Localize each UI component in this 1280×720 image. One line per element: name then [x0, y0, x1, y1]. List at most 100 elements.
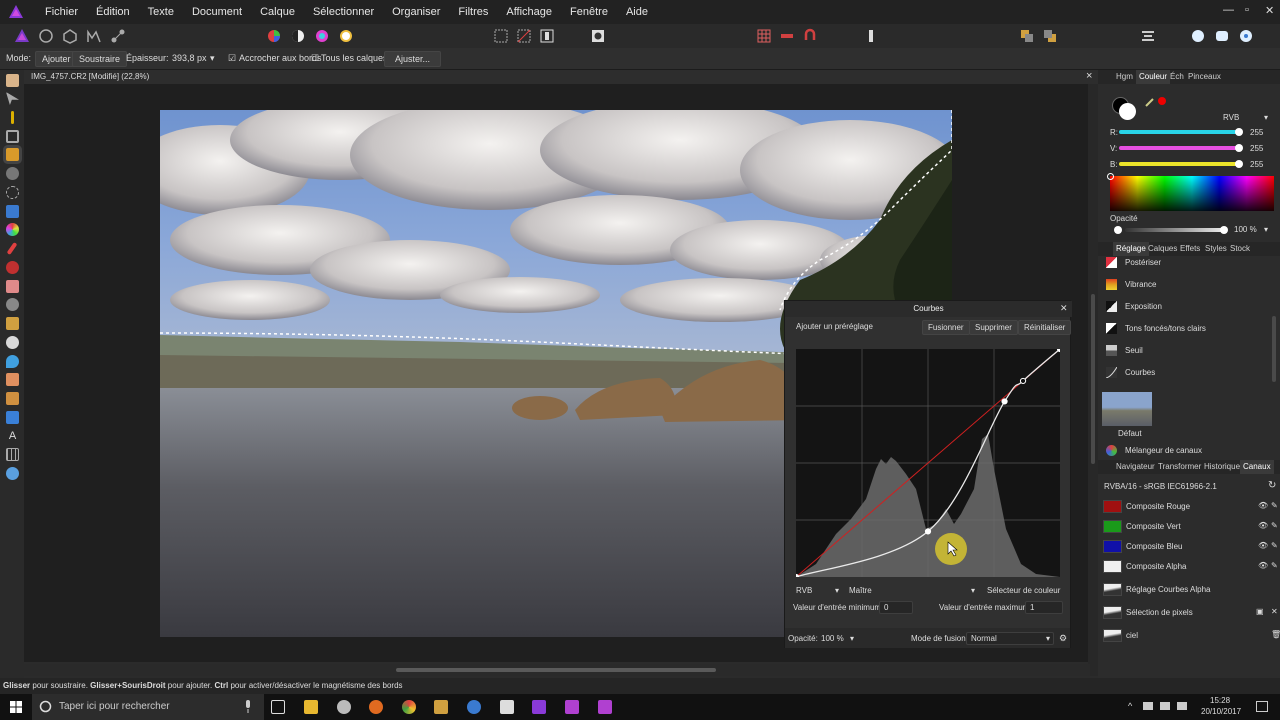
color-spectrum[interactable] — [1110, 176, 1274, 211]
clone-tool-icon[interactable] — [6, 317, 19, 330]
chevron-down-icon[interactable]: ▾ — [1046, 634, 1050, 643]
merge-button[interactable]: Fusionner — [922, 320, 970, 335]
menu-edit[interactable]: Édition — [87, 6, 139, 18]
chevron-down-icon[interactable]: ▾ — [835, 586, 839, 595]
app-icon[interactable] — [565, 700, 579, 714]
magnet-snapping-icon[interactable] — [802, 28, 818, 44]
erase-brush-tool-icon[interactable] — [6, 280, 19, 293]
close-curves-button[interactable]: ✕ — [1060, 303, 1068, 314]
assistant-icon[interactable] — [1190, 28, 1206, 44]
snapping-icon[interactable] — [779, 28, 795, 44]
edit-icon[interactable]: ✎ — [1271, 521, 1278, 530]
horizontal-scrollbar[interactable] — [24, 664, 1090, 676]
minimize-button[interactable]: — — [1223, 4, 1234, 16]
studio-icon[interactable] — [1214, 28, 1230, 44]
secondary-color-swatch[interactable] — [1119, 103, 1136, 120]
all-layers-checkbox[interactable]: ☐ — [311, 53, 319, 64]
edit-icon[interactable]: ✎ — [1271, 541, 1278, 550]
chevron-down-icon[interactable]: ▾ — [850, 634, 854, 643]
healing-tool-icon[interactable] — [6, 336, 19, 349]
clock-date[interactable]: 20/10/2017 — [1201, 707, 1241, 716]
blend-mode-select[interactable]: Normal — [966, 632, 1054, 645]
menu-select[interactable]: Sélectionner — [304, 6, 383, 18]
move-tool-icon[interactable] — [6, 92, 19, 105]
green-slider-knob[interactable] — [1235, 144, 1243, 152]
taskbar-search-box[interactable]: Taper ici pour rechercher — [32, 694, 264, 720]
opacity-field[interactable]: 100 % — [821, 634, 844, 643]
affinity-photo-icon[interactable] — [532, 700, 546, 714]
adjustment-exposure[interactable]: Exposition — [1098, 296, 1270, 318]
chevron-down-icon[interactable]: ▾ — [971, 586, 975, 595]
app-icon[interactable] — [337, 700, 351, 714]
opacity-slider[interactable] — [1125, 228, 1225, 232]
windows-start-icon[interactable] — [10, 701, 22, 713]
reset-button[interactable]: Réinitialiser — [1018, 320, 1072, 335]
grid-icon[interactable] — [756, 28, 772, 44]
tab-histogram[interactable]: Hgm — [1116, 72, 1133, 81]
opacity-value[interactable]: 100 % — [1234, 225, 1257, 234]
close-window-button[interactable]: ✕ — [1265, 4, 1274, 17]
paint-brush-tool-icon[interactable] — [6, 242, 18, 255]
chevron-down-icon[interactable]: ▾ — [1264, 225, 1268, 234]
input-icon[interactable] — [1177, 702, 1187, 710]
red-eye-tool-icon[interactable] — [6, 261, 19, 274]
delete-button[interactable]: Supprimer — [969, 320, 1018, 335]
tone-mapping-persona-icon[interactable] — [86, 28, 102, 44]
thickness-field[interactable]: 393,8 px — [172, 53, 207, 63]
hand-tool-icon[interactable] — [6, 74, 19, 87]
curve-control-point[interactable] — [1001, 398, 1008, 405]
tab-swatches[interactable]: Éch — [1170, 72, 1184, 81]
edit-icon[interactable]: ✎ — [1271, 561, 1278, 570]
curves-graph[interactable] — [796, 349, 1060, 577]
app-icon[interactable] — [467, 700, 481, 714]
align-icon[interactable] — [1140, 28, 1156, 44]
blue-value[interactable]: 255 — [1250, 160, 1263, 169]
help-icon[interactable] — [1238, 28, 1254, 44]
red-slider[interactable] — [1119, 130, 1239, 134]
add-preset-button[interactable]: Ajouter un préréglage — [791, 320, 878, 333]
red-slider-knob[interactable] — [1235, 128, 1243, 136]
export-persona-icon[interactable] — [110, 28, 126, 44]
vertical-scroll-thumb[interactable] — [1091, 294, 1095, 464]
crop-tool-icon[interactable] — [6, 130, 19, 143]
auto-levels-icon[interactable] — [266, 28, 282, 44]
snap-edges-checkbox[interactable]: ☑ — [228, 53, 236, 64]
adjustment-threshold[interactable]: Seuil — [1098, 340, 1270, 362]
photo-persona-icon[interactable] — [14, 28, 30, 44]
text-tool-icon[interactable]: A — [6, 430, 19, 443]
auto-contrast-icon[interactable] — [290, 28, 306, 44]
blue-slider-knob[interactable] — [1235, 160, 1243, 168]
channel-row-blue[interactable]: Composite Bleu 👁 ✎ — [1098, 536, 1280, 556]
subtract-mode-button[interactable]: Soustraire — [72, 51, 128, 67]
horizontal-scroll-thumb[interactable] — [396, 668, 716, 672]
maximize-button[interactable]: ▫ — [1245, 4, 1249, 16]
deselect-icon[interactable] — [516, 28, 532, 44]
curves-preset-thumbnail[interactable] — [1102, 392, 1152, 426]
vertical-scrollbar[interactable] — [1088, 84, 1098, 676]
color-wheel-tool-icon[interactable] — [6, 223, 19, 236]
chevron-down-icon[interactable]: ▾ — [1264, 113, 1268, 122]
refresh-icon[interactable]: ↻ — [1268, 480, 1276, 491]
pen-tool-icon[interactable] — [6, 392, 19, 405]
color-model-select[interactable]: RVB — [1223, 113, 1239, 122]
eye-icon[interactable]: 👁 — [1258, 521, 1268, 530]
info-icon[interactable] — [863, 28, 879, 44]
eyedropper-icon[interactable] — [1144, 96, 1156, 108]
microphone-icon[interactable] — [244, 700, 252, 713]
camera-icon[interactable]: ▣ — [1256, 607, 1264, 616]
mail-icon[interactable] — [500, 700, 514, 714]
menu-view[interactable]: Affichage — [497, 6, 561, 18]
channel-row-sky[interactable]: ciel 🗑 — [1098, 625, 1280, 645]
gear-icon[interactable]: ⚙ — [1059, 633, 1067, 644]
menu-document[interactable]: Document — [183, 6, 251, 18]
adjustment-vibrance[interactable]: Vibrance — [1098, 274, 1270, 296]
ellipse-marquee-icon[interactable] — [6, 186, 19, 199]
menu-layer[interactable]: Calque — [251, 6, 304, 18]
color-picker-button[interactable]: Sélecteur de couleur — [987, 586, 1060, 595]
max-input-field[interactable]: 1 — [1025, 601, 1063, 614]
min-input-field[interactable]: 0 — [879, 601, 913, 614]
spectrum-picker[interactable] — [1107, 173, 1114, 180]
menu-help[interactable]: Aide — [617, 6, 657, 18]
arrange-back-icon[interactable] — [1019, 28, 1035, 44]
dodge-tool-icon[interactable] — [6, 298, 19, 311]
